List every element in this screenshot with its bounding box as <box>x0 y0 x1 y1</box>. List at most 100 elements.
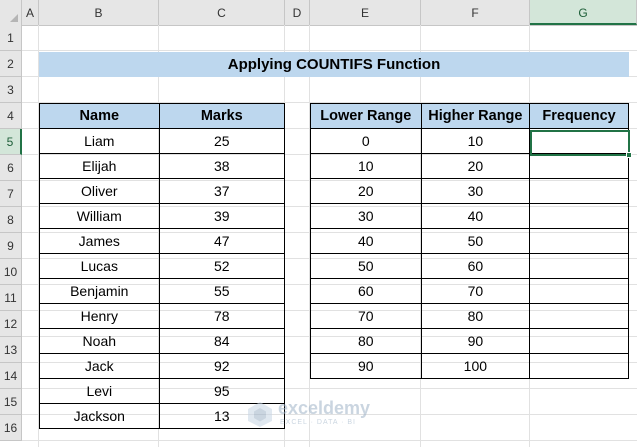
fill-handle[interactable] <box>626 152 632 158</box>
table-cell[interactable]: 80 <box>310 328 422 354</box>
table-cell[interactable] <box>529 178 629 204</box>
table-cell[interactable]: 55 <box>158 278 286 304</box>
table-cell[interactable]: Oliver <box>39 178 160 204</box>
row-header-12[interactable]: 12 <box>0 311 22 337</box>
row-header-1[interactable]: 1 <box>0 25 22 51</box>
table-row: Jack 92 <box>39 353 286 379</box>
select-all-button[interactable] <box>0 0 22 25</box>
table-cell[interactable] <box>529 128 629 154</box>
table-cell[interactable] <box>529 353 629 379</box>
table-row: 70 80 <box>310 303 629 329</box>
table-cell[interactable]: 40 <box>420 203 531 229</box>
table-cell[interactable]: Jackson <box>39 403 160 429</box>
table-cell[interactable] <box>529 278 629 304</box>
table-cell[interactable]: 78 <box>158 303 286 329</box>
row-header-2[interactable]: 2 <box>0 51 22 77</box>
table-cell[interactable]: 30 <box>310 203 422 229</box>
row-header-8[interactable]: 8 <box>0 207 22 233</box>
header-cell[interactable]: Frequency <box>529 103 629 129</box>
row-header-5[interactable]: 5 <box>0 129 22 155</box>
table-cell[interactable]: 50 <box>310 253 422 279</box>
column-header-c[interactable]: C <box>159 0 285 25</box>
row-header-3[interactable]: 3 <box>0 77 22 103</box>
table-cell[interactable]: 60 <box>420 253 531 279</box>
column-header-d[interactable]: D <box>285 0 310 25</box>
column-header-e[interactable]: E <box>310 0 421 25</box>
table-row: 0 10 <box>310 128 629 154</box>
table-cell[interactable]: Lucas <box>39 253 160 279</box>
table-row: 60 70 <box>310 278 629 304</box>
table-cell[interactable]: 10 <box>310 153 422 179</box>
table-cell[interactable]: Noah <box>39 328 160 354</box>
table-cell[interactable]: James <box>39 228 160 254</box>
table-cell[interactable]: Jack <box>39 353 160 379</box>
sheet-title[interactable]: Applying COUNTIFS Function <box>39 52 629 77</box>
row-header-9[interactable]: 9 <box>0 233 22 259</box>
header-cell[interactable]: Higher Range <box>420 103 531 129</box>
table-cell[interactable]: 10 <box>420 128 531 154</box>
table-row: 30 40 <box>310 203 629 229</box>
table-cell[interactable] <box>529 303 629 329</box>
table-cell[interactable]: 100 <box>420 353 531 379</box>
table-cell[interactable]: 20 <box>420 153 531 179</box>
table-cell[interactable]: 47 <box>158 228 286 254</box>
header-cell[interactable]: Name <box>39 103 160 129</box>
table-cell[interactable]: Elijah <box>39 153 160 179</box>
table-row: William 39 <box>39 203 286 229</box>
table-row: 50 60 <box>310 253 629 279</box>
table-cell[interactable] <box>529 203 629 229</box>
table-cell[interactable]: 0 <box>310 128 422 154</box>
table-cell[interactable]: 84 <box>158 328 286 354</box>
column-header-f[interactable]: F <box>421 0 530 25</box>
table-cell[interactable] <box>529 228 629 254</box>
row-header-14[interactable]: 14 <box>0 363 22 389</box>
table-row: James 47 <box>39 228 286 254</box>
table-cell[interactable]: Liam <box>39 128 160 154</box>
table-cell[interactable] <box>529 328 629 354</box>
table-cell[interactable]: 70 <box>420 278 531 304</box>
row-header-16[interactable]: 16 <box>0 415 22 441</box>
header-cell[interactable]: Lower Range <box>310 103 422 129</box>
table-row: Elijah 38 <box>39 153 286 179</box>
header-cell[interactable]: Marks <box>158 103 286 129</box>
table-cell[interactable]: 37 <box>158 178 286 204</box>
table-cell[interactable] <box>529 153 629 179</box>
column-header-a[interactable]: A <box>22 0 39 25</box>
table-row: Noah 84 <box>39 328 286 354</box>
row-header-4[interactable]: 4 <box>0 103 22 129</box>
column-header-b[interactable]: B <box>39 0 159 25</box>
table-cell[interactable]: 80 <box>420 303 531 329</box>
table-row: Benjamin 55 <box>39 278 286 304</box>
row-header-6[interactable]: 6 <box>0 155 22 181</box>
table-row: 90 100 <box>310 353 629 379</box>
row-header-13[interactable]: 13 <box>0 337 22 363</box>
table-cell[interactable]: Levi <box>39 378 160 404</box>
table-cell[interactable]: 20 <box>310 178 422 204</box>
row-header-7[interactable]: 7 <box>0 181 22 207</box>
table-row: Oliver 37 <box>39 178 286 204</box>
row-header-11[interactable]: 11 <box>0 285 22 311</box>
row-header-15[interactable]: 15 <box>0 389 22 415</box>
table-cell[interactable]: 25 <box>158 128 286 154</box>
table-cell[interactable]: 30 <box>420 178 531 204</box>
table-cell[interactable] <box>529 253 629 279</box>
table-row: Henry 78 <box>39 303 286 329</box>
table-cell[interactable]: William <box>39 203 160 229</box>
table-cell[interactable]: 90 <box>420 328 531 354</box>
range-table: Lower Range Higher Range Frequency 0 10 10 20… <box>310 103 629 379</box>
table-cell[interactable]: 90 <box>310 353 422 379</box>
table-cell[interactable]: 39 <box>158 203 286 229</box>
table-cell[interactable]: 60 <box>310 278 422 304</box>
table-cell[interactable]: Henry <box>39 303 160 329</box>
table-row: Lucas 52 <box>39 253 286 279</box>
column-header-g[interactable]: G <box>530 0 637 25</box>
table-cell[interactable]: 70 <box>310 303 422 329</box>
table-cell[interactable]: 38 <box>158 153 286 179</box>
table-cell[interactable]: 92 <box>158 353 286 379</box>
table-cell[interactable]: Benjamin <box>39 278 160 304</box>
row-header-10[interactable]: 10 <box>0 259 22 285</box>
watermark-tagline: EXCEL · DATA · BI <box>280 419 356 426</box>
table-cell[interactable]: 50 <box>420 228 531 254</box>
table-cell[interactable]: 52 <box>158 253 286 279</box>
table-cell[interactable]: 40 <box>310 228 422 254</box>
